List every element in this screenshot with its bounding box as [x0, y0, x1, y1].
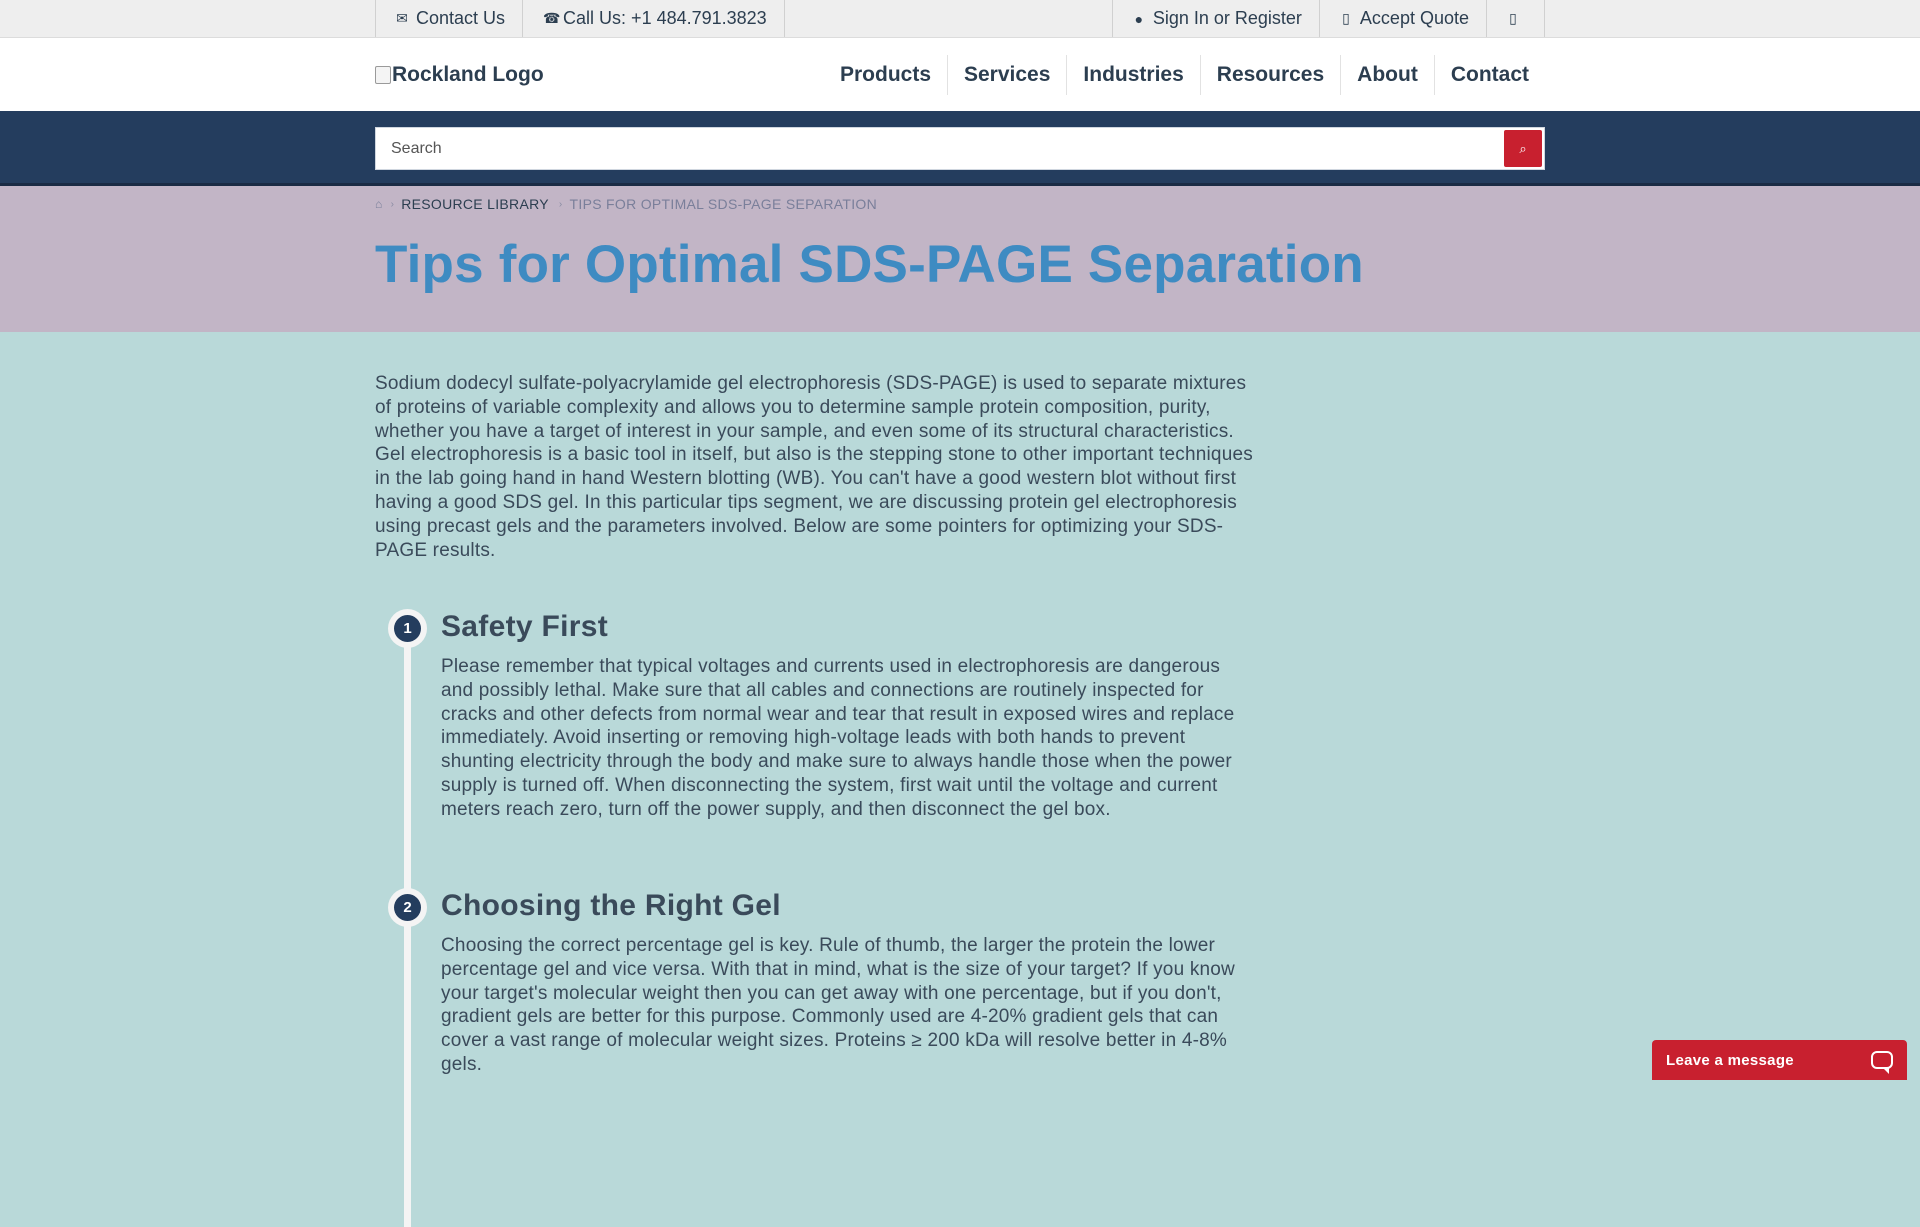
broken-image-icon	[375, 65, 391, 84]
step-number: 2	[394, 894, 421, 921]
step-title: Safety First	[441, 610, 608, 643]
sign-in-label: Sign In or Register	[1152, 8, 1302, 28]
nav-industries[interactable]: Industries	[1067, 54, 1201, 95]
call-us-link[interactable]: ☎ Call Us: +1 484.791.3823	[522, 0, 785, 37]
step-number-badge: 1	[388, 609, 427, 648]
search-box: ⌕	[375, 127, 1545, 170]
accept-quote-label: Accept Quote	[1359, 8, 1469, 28]
logo-alt-text: Rockland Logo	[392, 62, 544, 86]
contact-us-label: Contact Us	[416, 8, 506, 28]
utility-bar: ✉ Contact Us ☎ Call Us: +1 484.791.3823 …	[0, 0, 1920, 38]
utility-right: ● Sign In or Register ▯ Accept Quote ▯	[1111, 0, 1545, 37]
step-title: Choosing the Right Gel	[441, 889, 781, 922]
breadcrumb-separator-icon: ›	[390, 198, 395, 210]
search-button[interactable]: ⌕	[1504, 130, 1542, 167]
search-input[interactable]	[376, 128, 1504, 169]
article-content: Sodium dodecyl sulfate-polyacrylamide ge…	[375, 372, 1255, 1227]
step-body: Please remember that typical voltages an…	[441, 656, 1235, 820]
call-us-label: Call Us: +1 484.791.3823	[563, 8, 767, 28]
contact-us-link[interactable]: ✉ Contact Us	[375, 0, 522, 37]
phone-icon: ☎	[543, 10, 561, 26]
breadcrumb: ⌂ › RESOURCE LIBRARY › TIPS FOR OPTIMAL …	[375, 196, 877, 212]
cart-link[interactable]: ▯	[1486, 0, 1545, 37]
step-number-badge: 2	[388, 888, 427, 927]
accept-quote-link[interactable]: ▯ Accept Quote	[1318, 0, 1486, 37]
nav-services[interactable]: Services	[948, 54, 1068, 95]
breadcrumb-current: TIPS FOR OPTIMAL SDS-PAGE SEPARATION	[569, 196, 877, 212]
chat-label: Leave a message	[1666, 1051, 1794, 1069]
rockland-logo[interactable]: Rockland Logo	[375, 63, 544, 87]
utility-left: ✉ Contact Us ☎ Call Us: +1 484.791.3823	[375, 0, 785, 37]
leave-message-widget[interactable]: Leave a message	[1652, 1040, 1907, 1080]
page-title: Tips for Optimal SDS-PAGE Separation	[375, 235, 1364, 294]
timeline-line	[404, 627, 411, 1227]
main-header: Rockland Logo Products Services Industri…	[0, 38, 1920, 111]
user-icon: ●	[1134, 10, 1144, 27]
breadcrumb-resource-library[interactable]: RESOURCE LIBRARY	[401, 196, 549, 212]
nav-contact[interactable]: Contact	[1435, 55, 1545, 95]
document-icon: ▯	[1342, 10, 1350, 26]
step-body: Choosing the correct percentage gel is k…	[441, 935, 1235, 1075]
tips-list: 1 Safety First Please remember that typi…	[375, 609, 1255, 1227]
nav-resources[interactable]: Resources	[1201, 54, 1342, 95]
main-nav: Products Services Industries Resources A…	[824, 38, 1545, 111]
home-icon[interactable]: ⌂	[375, 197, 383, 211]
breadcrumb-separator-icon: ›	[558, 198, 563, 210]
step-number: 1	[394, 615, 421, 642]
chat-bubble-icon	[1871, 1051, 1893, 1074]
nav-products[interactable]: Products	[824, 54, 948, 95]
nav-about[interactable]: About	[1341, 54, 1435, 95]
sign-in-link[interactable]: ● Sign In or Register	[1111, 0, 1319, 37]
intro-paragraph: Sodium dodecyl sulfate-polyacrylamide ge…	[375, 373, 1253, 561]
search-icon: ⌕	[1519, 140, 1527, 156]
search-band: ⌕	[0, 111, 1920, 186]
envelope-icon: ✉	[396, 10, 408, 26]
cart-icon: ▯	[1509, 10, 1517, 26]
page-hero: ⌂ › RESOURCE LIBRARY › TIPS FOR OPTIMAL …	[0, 186, 1920, 332]
